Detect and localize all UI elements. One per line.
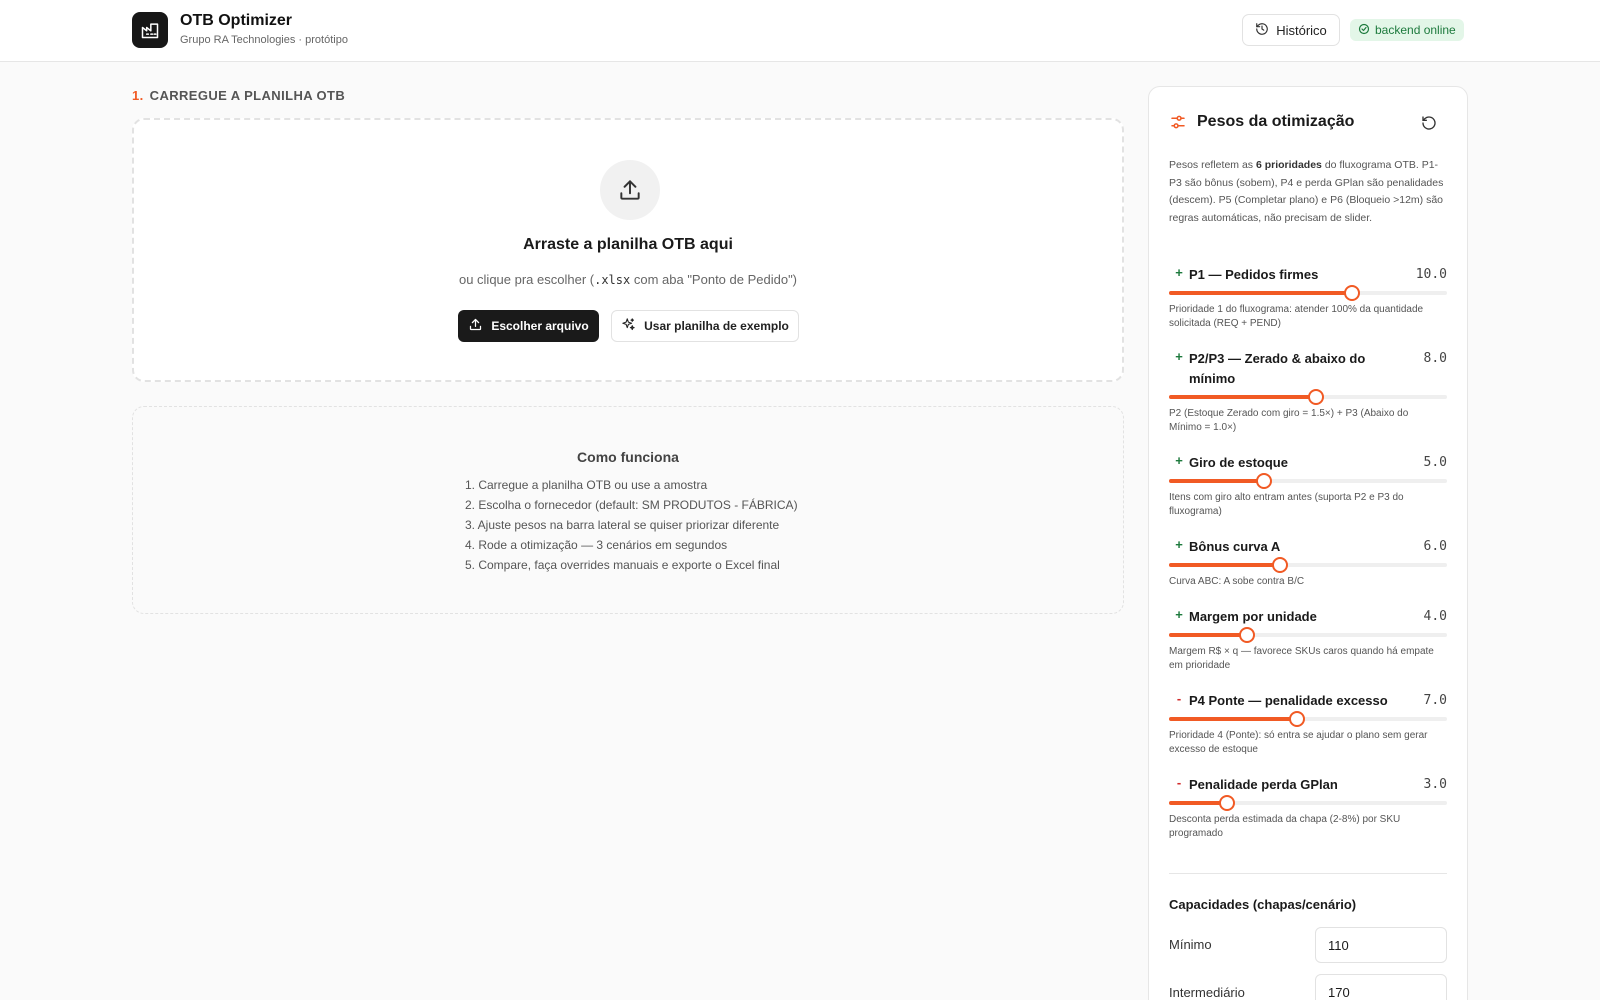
weight-slider[interactable] [1169,557,1447,573]
weight-p1: + P1 — Pedidos firmes 10.0 Prioridade 1 … [1169,265,1447,331]
slider-handle[interactable] [1344,285,1361,301]
penalty-sign: - [1176,775,1182,790]
weight-description: P2 (Estoque Zerado com giro = 1.5×) + P3… [1169,408,1409,433]
list-item: 3. Ajuste pesos na barra lateral se quis… [465,518,780,532]
weight-description: Curva ABC: A sobe contra B/C [1169,576,1305,587]
use-sample-button[interactable]: Usar planilha de exemplo [611,310,799,342]
bonus-sign: + [1175,453,1183,468]
list-item: 1. Carregue a planilha OTB ou use a amos… [465,478,708,492]
weight-value: 3.0 [1423,777,1447,792]
weight-value: 7.0 [1423,693,1447,708]
bonus-sign: + [1175,537,1183,552]
backend-status-badge: backend online [1350,19,1464,41]
weight-margem: + Margem por unidade 4.0 Margem R$ × q —… [1169,607,1447,673]
weight-slider[interactable] [1169,473,1447,489]
weight-giro: + Giro de estoque 5.0 Itens com giro alt… [1169,453,1447,519]
weight-value: 8.0 [1423,351,1447,366]
weight-value: 6.0 [1423,539,1447,554]
weight-description: Prioridade 4 (Ponte): só entra se ajudar… [1169,730,1428,755]
top-header: OTB Optimizer Grupo RA Technologies · pr… [0,0,1600,62]
weight-value: 5.0 [1423,455,1447,470]
how-it-works-panel: Como funciona 1. Carregue a planilha OTB… [132,406,1124,614]
weights-sidebar: Pesos da otimização Pesos refletem as 6 … [1148,86,1468,1000]
choose-file-button[interactable]: Escolher arquivo [458,310,599,342]
sliders-icon [1169,113,1187,136]
weight-p2-p3: + P2/P3 — Zerado & abaixo do mínimo 8.0 … [1169,349,1447,435]
upload-icon [468,317,483,335]
weight-description: Prioridade 1 do fluxograma: atender 100%… [1169,304,1424,329]
list-item: 2. Escolha o fornecedor (default: SM PRO… [465,498,798,512]
bonus-sign: + [1175,349,1183,364]
capacity-mid-input[interactable]: 170 [1315,974,1447,1000]
choose-file-label: Escolher arquivo [491,319,589,333]
weight-description: Itens com giro alto entram antes (suport… [1169,492,1404,517]
capacities-title: Capacidades (chapas/cenário) [1169,897,1357,912]
step-heading: 1. CARREGUE A PLANILHA OTB [132,88,345,103]
slider-handle[interactable] [1219,795,1236,811]
status-label: backend online [1375,23,1456,37]
penalty-sign: - [1176,691,1182,706]
use-sample-label: Usar planilha de exemplo [644,319,789,333]
dropzone-title: Arraste a planilha OTB aqui [523,236,733,253]
weight-slider[interactable] [1169,627,1447,643]
capacity-min-input[interactable]: 110 [1315,927,1447,963]
upload-icon [600,160,660,220]
how-it-works-list: 1. Carregue a planilha OTB ou use a amos… [465,475,798,575]
history-button[interactable]: Histórico [1242,14,1340,46]
slider-handle[interactable] [1288,711,1305,727]
weight-slider[interactable] [1169,389,1447,405]
slider-handle[interactable] [1255,473,1272,489]
step-number: 1. [132,88,144,103]
divider [1169,873,1447,874]
sparkles-icon [621,317,636,335]
history-icon [1255,22,1269,39]
sidebar-description: Pesos refletem as 6 prioridades do fluxo… [1169,159,1444,224]
capacity-min-label: Mínimo [1169,937,1212,952]
sidebar-title: Pesos da otimização [1197,113,1355,130]
how-it-works-title: Como funciona [577,449,679,465]
capacity-mid-label: Intermediário [1169,985,1245,1000]
reset-icon[interactable] [1421,115,1437,136]
weight-perda-gplan: - Penalidade perda GPlan 3.0 Desconta pe… [1169,775,1447,841]
file-dropzone[interactable]: Arraste a planilha OTB aqui ou clique pr… [132,118,1124,382]
factory-logo-icon [132,12,168,48]
weight-value: 4.0 [1423,609,1447,624]
bonus-sign: + [1175,607,1183,622]
weight-p4-ponte: - P4 Ponte — penalidade excesso 7.0 Prio… [1169,691,1447,757]
weight-label: P4 Ponte — penalidade excesso [1189,693,1388,708]
weight-value: 10.0 [1415,267,1447,282]
list-item: 5. Compare, faça overrides manuais e exp… [465,558,780,572]
app-subtitle: Grupo RA Technologies · protótipo [180,34,348,46]
weight-label: P2/P3 — Zerado & abaixo do mínimo [1189,351,1366,386]
slider-handle[interactable] [1308,389,1325,405]
weight-description: Margem R$ × q — favorece SKUs caros quan… [1169,646,1434,671]
weight-label: Margem por unidade [1189,609,1317,624]
weight-slider[interactable] [1169,711,1447,727]
step-title: CARREGUE A PLANILHA OTB [149,88,346,103]
weight-slider[interactable] [1169,795,1447,811]
weight-label: Penalidade perda GPlan [1189,777,1338,792]
bonus-sign: + [1175,265,1183,280]
app-title: OTB Optimizer [180,12,293,29]
weight-label: Giro de estoque [1189,455,1288,470]
weight-curva-a: + Bônus curva A 6.0 Curva ABC: A sobe co… [1169,537,1447,589]
history-label: Histórico [1276,22,1327,38]
check-circle-icon [1358,23,1370,38]
weight-label: Bônus curva A [1189,539,1281,554]
weight-description: Desconta perda estimada da chapa (2-8%) … [1169,814,1401,839]
weight-slider[interactable] [1169,285,1447,301]
weight-label: P1 — Pedidos firmes [1189,267,1319,282]
list-item: 4. Rode a otimização — 3 cenários em seg… [465,538,728,552]
dropzone-subtitle: ou clique pra escolher (.xlsx com aba "P… [458,272,798,287]
slider-handle[interactable] [1238,627,1255,643]
slider-handle[interactable] [1272,557,1289,573]
